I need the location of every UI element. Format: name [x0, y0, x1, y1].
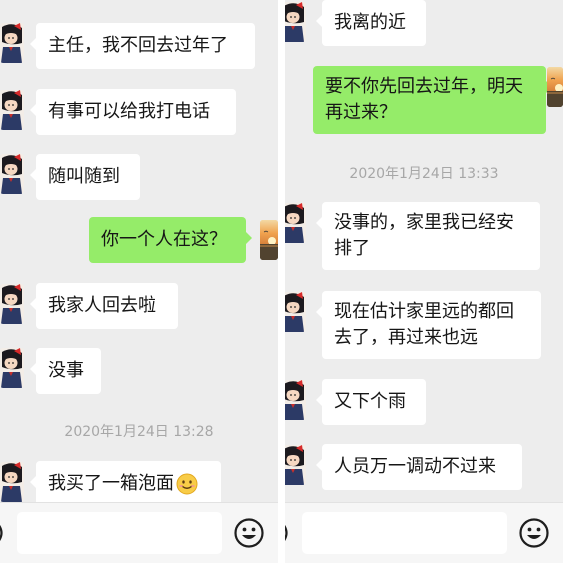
girl-avatar-icon[interactable] — [0, 462, 24, 502]
message-bubble[interactable]: 现在估计家里远的都回去了，再过来也远 — [316, 291, 541, 359]
girl-avatar-icon[interactable] — [285, 203, 306, 243]
message-bubble[interactable]: 我买了一箱泡面 — [30, 461, 221, 507]
girl-avatar-icon[interactable] — [285, 380, 306, 420]
girl-avatar-icon[interactable] — [0, 348, 24, 388]
message-bubble[interactable]: 有事可以给我打电话 — [30, 89, 236, 135]
message-bubble[interactable]: 没事的，家里我已经安排了 — [316, 202, 540, 270]
girl-avatar-icon[interactable] — [0, 23, 24, 63]
girl-avatar-icon[interactable] — [0, 284, 24, 324]
smiling-face-emoji — [176, 473, 198, 495]
message-bubble[interactable]: 我家人回去啦 — [30, 283, 178, 329]
girl-avatar-icon[interactable] — [285, 2, 306, 42]
message-bubble[interactable]: 主任，我不回去过年了 — [30, 23, 255, 69]
timestamp: 2020年1月24日 13:33 — [349, 166, 499, 182]
message-list[interactable]: 我离的近 要不你先回去过年，明天再过来？ 2020年1月24日 13:33 没事… — [285, 0, 563, 502]
girl-avatar-icon[interactable] — [0, 154, 24, 194]
message-bubble[interactable]: 我离的近 — [316, 0, 426, 46]
girl-avatar-icon[interactable] — [285, 445, 306, 485]
message-bubble[interactable]: 随叫随到 — [30, 154, 140, 200]
message-bubble-outgoing[interactable]: 你一个人在这？ — [89, 217, 252, 263]
timestamp: 2020年1月24日 13:28 — [64, 424, 214, 440]
girl-avatar-icon[interactable] — [285, 292, 306, 332]
emoji-icon[interactable] — [518, 517, 550, 549]
chat-panel-left: 主任，我不回去过年了 有事可以给我打电话 随叫随到 你一个人在这？ 我家人回去啦… — [0, 0, 278, 563]
message-bubble-outgoing[interactable]: 要不你先回去过年，明天再过来？ — [313, 66, 552, 134]
message-input[interactable] — [17, 512, 222, 554]
emoji-icon[interactable] — [233, 517, 265, 549]
chat-input-bar — [285, 502, 563, 563]
message-bubble[interactable]: 又下个雨 — [316, 379, 426, 425]
voice-icon[interactable] — [285, 521, 293, 545]
chat-panel-right: 我离的近 要不你先回去过年，明天再过来？ 2020年1月24日 13:33 没事… — [285, 0, 563, 563]
sunset-avatar-icon[interactable] — [547, 67, 563, 107]
chat-input-bar — [0, 502, 278, 563]
message-list[interactable]: 主任，我不回去过年了 有事可以给我打电话 随叫随到 你一个人在这？ 我家人回去啦… — [0, 0, 278, 507]
message-input[interactable] — [302, 512, 507, 554]
message-bubble[interactable]: 人员万一调动不过来 — [316, 444, 522, 490]
sunset-avatar-icon[interactable] — [260, 220, 278, 260]
message-bubble[interactable]: 没事 — [30, 348, 101, 394]
voice-icon[interactable] — [0, 521, 8, 545]
girl-avatar-icon[interactable] — [0, 90, 24, 130]
